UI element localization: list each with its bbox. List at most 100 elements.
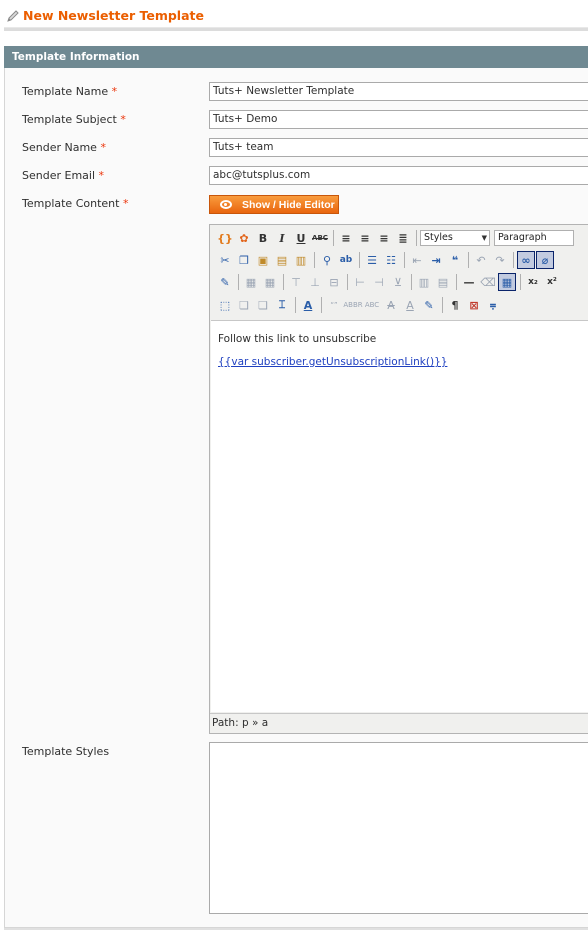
show-hide-editor-button[interactable]: Show / Hide Editor: [209, 195, 339, 214]
required-marker: *: [111, 85, 118, 98]
template-styles-label-text: Template Styles: [22, 745, 110, 758]
wysiwyg-editor: {} ✿ B I U ABC ≡ ≡ ≡ ≣ Styles ▼ Paragrap…: [209, 224, 588, 734]
outdent-icon[interactable]: ⇤: [408, 251, 426, 269]
insertion-icon[interactable]: A: [401, 296, 419, 314]
insert-variable-icon[interactable]: {}: [216, 229, 234, 247]
toolbar-separator: [295, 297, 296, 313]
replace-icon[interactable]: ab: [337, 251, 355, 269]
superscript-icon[interactable]: x²: [543, 273, 561, 291]
sender-email-label-text: Sender Email: [22, 169, 96, 182]
eye-icon: [220, 200, 232, 209]
italic-icon[interactable]: I: [273, 229, 291, 247]
template-name-label-text: Template Name: [22, 85, 109, 98]
fieldset-legend-label: Template Information: [12, 51, 140, 63]
bullet-list-icon[interactable]: ☰: [363, 251, 381, 269]
toolbar-separator: [359, 252, 360, 268]
insert-widget-icon[interactable]: ✿: [235, 229, 253, 247]
toolbar-separator: [238, 274, 239, 290]
move-forward-icon[interactable]: ❏: [235, 296, 253, 314]
paste-word-icon[interactable]: ▥: [292, 251, 310, 269]
bold-icon[interactable]: B: [254, 229, 272, 247]
toolbar-separator: [416, 230, 417, 246]
template-name-label: Template Name *: [22, 85, 117, 98]
format-select[interactable]: Paragraph: [494, 230, 574, 246]
link-icon[interactable]: ∞: [517, 251, 535, 269]
table-cell-props-icon[interactable]: ▦: [261, 273, 279, 291]
template-content-label: Template Content *: [22, 197, 128, 210]
table-row-props-icon[interactable]: ▦: [242, 273, 260, 291]
visual-aid-icon[interactable]: ▦: [498, 273, 516, 291]
deletion-icon[interactable]: A: [382, 296, 400, 314]
insert-row-after-icon[interactable]: ⊥: [306, 273, 324, 291]
redo-icon[interactable]: ↷: [491, 251, 509, 269]
editor-content-area[interactable]: Follow this link to unsubscribe {{var su…: [211, 320, 588, 712]
required-marker: *: [98, 169, 105, 182]
align-justify-icon[interactable]: ≣: [394, 229, 412, 247]
acronym-icon[interactable]: ABC: [363, 296, 381, 314]
delete-column-icon[interactable]: ⊻: [389, 273, 407, 291]
edit-html-icon[interactable]: ✎: [216, 273, 234, 291]
header-divider: [4, 27, 588, 31]
paste-icon[interactable]: ▣: [254, 251, 272, 269]
subscript-icon[interactable]: x₂: [524, 273, 542, 291]
remove-format-icon[interactable]: ⌫: [479, 273, 497, 291]
strikethrough-icon[interactable]: ABC: [311, 229, 329, 247]
unsubscribe-link[interactable]: {{var subscriber.getUnsubscriptionLink()…: [218, 356, 447, 368]
nonbreaking-icon[interactable]: ⊠: [465, 296, 483, 314]
template-styles-textarea[interactable]: [209, 742, 588, 914]
chevron-down-icon: ▼: [481, 234, 487, 242]
toolbar-separator: [513, 252, 514, 268]
sender-name-input[interactable]: Tuts+ team: [209, 138, 588, 157]
attributes-icon[interactable]: ✎: [420, 296, 438, 314]
format-select-value: Paragraph: [498, 232, 547, 243]
template-subject-label: Template Subject *: [22, 113, 126, 126]
cut-icon[interactable]: ✂: [216, 251, 234, 269]
align-left-icon[interactable]: ≡: [337, 229, 355, 247]
toolbar-separator: [404, 252, 405, 268]
copy-icon[interactable]: ❐: [235, 251, 253, 269]
styles-select[interactable]: Styles ▼: [420, 230, 490, 246]
underline-icon[interactable]: U: [292, 229, 310, 247]
absolute-position-icon[interactable]: ⌶: [273, 296, 291, 314]
toolbar-row-1: {} ✿ B I U ABC ≡ ≡ ≡ ≣ Styles ▼ Paragrap…: [216, 228, 578, 248]
undo-icon[interactable]: ↶: [472, 251, 490, 269]
toolbar-separator: [333, 230, 334, 246]
page-break-icon[interactable]: ⩦: [484, 296, 502, 314]
blockquote-icon[interactable]: ❝: [446, 251, 464, 269]
toolbar-row-2: ✂ ❐ ▣ ▤ ▥ ⚲ ab ☰ ☷ ⇤ ⇥ ❝ ↶ ↷ ∞ ⌀: [216, 250, 555, 270]
indent-icon[interactable]: ⇥: [427, 251, 445, 269]
toolbar-row-4: ⬚ ❏ ❏ ⌶ A “” ABBR ABC A A ✎ ¶ ⊠ ⩦: [216, 295, 503, 315]
numbered-list-icon[interactable]: ☷: [382, 251, 400, 269]
template-content-label-text: Template Content: [22, 197, 120, 210]
template-subject-label-text: Template Subject: [22, 113, 117, 126]
sender-email-input[interactable]: abc@tutsplus.com: [209, 166, 588, 185]
template-name-input[interactable]: Tuts+ Newsletter Template: [209, 82, 588, 101]
template-styles-label: Template Styles: [22, 745, 109, 758]
insert-layer-icon[interactable]: ⬚: [216, 296, 234, 314]
paste-text-icon[interactable]: ▤: [273, 251, 291, 269]
insert-row-before-icon[interactable]: ⊤: [287, 273, 305, 291]
sender-name-label: Sender Name *: [22, 141, 106, 154]
abbreviation-icon[interactable]: ABBR: [343, 296, 362, 314]
visual-chars-icon[interactable]: ¶: [446, 296, 464, 314]
unlink-icon[interactable]: ⌀: [536, 251, 554, 269]
merge-cells-icon[interactable]: ▤: [434, 273, 452, 291]
styles-props-icon[interactable]: A: [299, 296, 317, 314]
pencil-icon: [7, 10, 19, 22]
insert-column-before-icon[interactable]: ⊢: [351, 273, 369, 291]
toolbar-separator: [283, 274, 284, 290]
horizontal-rule-icon[interactable]: —: [460, 273, 478, 291]
delete-row-icon[interactable]: ⊟: [325, 273, 343, 291]
template-subject-input[interactable]: Tuts+ Demo: [209, 110, 588, 129]
toolbar-separator: [314, 252, 315, 268]
required-marker: *: [122, 197, 129, 210]
split-cells-icon[interactable]: ▥: [415, 273, 433, 291]
cite-icon[interactable]: “”: [325, 296, 343, 314]
fieldset-bottom-border: [4, 928, 588, 930]
move-backward-icon[interactable]: ❏: [254, 296, 272, 314]
insert-column-after-icon[interactable]: ⊣: [370, 273, 388, 291]
align-center-icon[interactable]: ≡: [356, 229, 374, 247]
toolbar-separator: [321, 297, 322, 313]
align-right-icon[interactable]: ≡: [375, 229, 393, 247]
find-icon[interactable]: ⚲: [318, 251, 336, 269]
